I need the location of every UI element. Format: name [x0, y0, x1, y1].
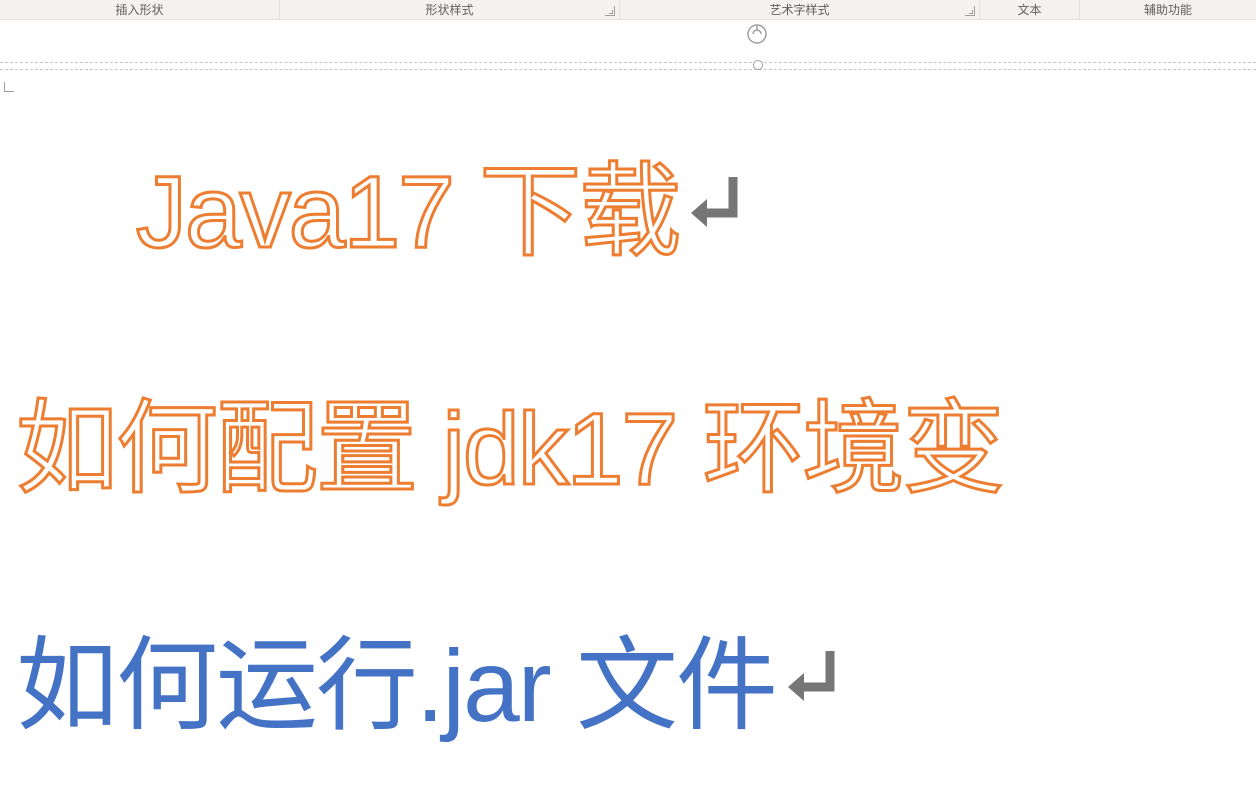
ribbon-group-insert-shapes[interactable]: 插入形状	[0, 0, 280, 19]
document-canvas[interactable]: Java17 下载 如何配置 jdk17 环境变 如何运行.jar 文件	[0, 90, 1256, 751]
text-line-1[interactable]: Java17 下载	[136, 130, 1256, 277]
text-3[interactable]: 如何运行.jar 文件	[16, 604, 776, 751]
ribbon-label-accessibility: 辅助功能	[1144, 1, 1192, 18]
paragraph-mark-icon	[780, 639, 844, 717]
paragraph-mark-icon	[683, 165, 747, 243]
ribbon-group-wordart-styles[interactable]: 艺术字样式	[620, 0, 980, 19]
ribbon-group-accessibility[interactable]: 辅助功能	[1080, 0, 1256, 19]
ribbon-groups-row: 插入形状 形状样式 艺术字样式 文本 辅助功能	[0, 0, 1256, 20]
ribbon-label-insert-shapes: 插入形状	[115, 1, 163, 18]
text-line-3[interactable]: 如何运行.jar 文件	[16, 604, 1256, 751]
wordart-text-1[interactable]: Java17 下载	[136, 130, 679, 277]
dialog-launcher-icon[interactable]	[965, 6, 975, 16]
ribbon-group-shape-styles[interactable]: 形状样式	[280, 0, 620, 19]
ruler	[0, 62, 1256, 70]
ribbon-label-shape-styles: 形状样式	[425, 1, 473, 18]
ribbon-group-text[interactable]: 文本	[980, 0, 1080, 19]
dialog-launcher-icon[interactable]	[605, 6, 615, 16]
wordart-text-2[interactable]: 如何配置 jdk17 环境变	[16, 367, 1003, 514]
text-line-2[interactable]: 如何配置 jdk17 环境变	[16, 367, 1256, 514]
ribbon-label-text: 文本	[1017, 1, 1041, 18]
anchor-handle-icon[interactable]	[751, 58, 763, 70]
ribbon-label-wordart-styles: 艺术字样式	[769, 1, 829, 18]
layout-options-icon[interactable]	[745, 22, 769, 46]
